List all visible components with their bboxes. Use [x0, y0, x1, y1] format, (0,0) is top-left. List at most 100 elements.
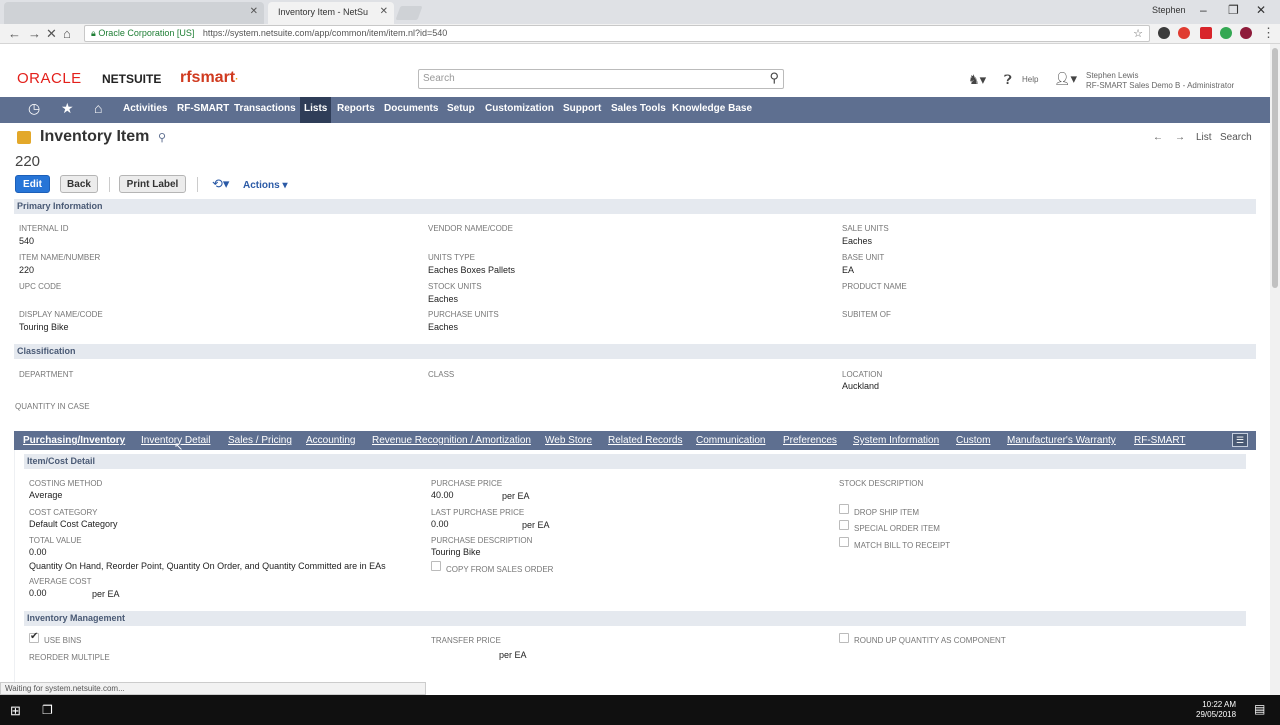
stock-description-label: STOCK DESCRIPTION	[839, 479, 924, 488]
scrollbar-thumb[interactable]	[1272, 48, 1278, 288]
close-window-icon[interactable]: ✕	[1256, 3, 1266, 17]
class-label: CLASS	[428, 370, 455, 379]
global-search-input[interactable]: Search ⚲	[418, 69, 784, 89]
forward-arrow-icon[interactable]: →	[28, 26, 41, 41]
menu-documents[interactable]: Documents	[384, 103, 438, 114]
refresh-menu-icon[interactable]: ⟲▾	[212, 176, 229, 192]
copy-from-sales-order-checkbox[interactable]	[431, 561, 441, 571]
quick-add-icon[interactable]: ♞▾	[968, 72, 986, 88]
new-tab-button[interactable]	[395, 6, 423, 20]
list-link[interactable]: List	[1196, 132, 1212, 143]
match-bill-checkbox[interactable]	[839, 537, 849, 547]
stock-units-value: Eaches	[428, 294, 459, 304]
collapse-icon[interactable]: ☰	[1232, 433, 1248, 447]
browser-tab-1[interactable]: ✕	[4, 2, 264, 24]
tab-manufacturers-warranty[interactable]: Manufacturer's Warranty	[1007, 435, 1116, 446]
units-type-label: UNITS TYPE	[428, 253, 475, 262]
recent-records-icon[interactable]: ◷	[28, 100, 40, 117]
tab-custom[interactable]: Custom	[956, 435, 990, 446]
tab-rf-smart[interactable]: RF-SMART	[1134, 435, 1185, 446]
minimize-icon[interactable]: –	[1200, 3, 1207, 17]
tab-sales-pricing[interactable]: Sales / Pricing	[228, 435, 292, 446]
bookmark-star-icon[interactable]: ☆	[1133, 27, 1143, 40]
drop-ship-checkbox[interactable]	[839, 504, 849, 514]
tab-related-records[interactable]: Related Records	[608, 435, 682, 446]
copy-from-sales-order-label: COPY FROM SALES ORDER	[446, 565, 554, 574]
app-header: ORACLE NETSUITE rfsmart· Search ⚲ ♞▾ ❓︎ …	[0, 44, 1270, 97]
menu-knowledge-base[interactable]: Knowledge Base	[672, 103, 752, 114]
extension-icon[interactable]	[1158, 27, 1170, 39]
oracle-logo[interactable]: ORACLE	[17, 70, 82, 87]
purchase-price-label: PURCHASE PRICE	[431, 479, 503, 488]
netsuite-logo[interactable]: NETSUITE	[102, 72, 161, 86]
purchase-price-unit: per EA	[502, 491, 530, 501]
close-icon[interactable]: ✕	[380, 6, 388, 17]
extension-icon[interactable]	[1220, 27, 1232, 39]
page-scrollbar[interactable]	[1270, 44, 1280, 695]
use-bins-label: USE BINS	[44, 636, 82, 645]
tab-accounting[interactable]: Accounting	[306, 435, 355, 446]
classification-header[interactable]: Classification	[14, 344, 1256, 359]
menu-customization[interactable]: Customization	[485, 103, 554, 114]
tab-system-information[interactable]: System Information	[853, 435, 939, 446]
actions-menu[interactable]: Actions ▾	[243, 180, 287, 191]
item-cost-detail-header[interactable]: Item/Cost Detail	[24, 454, 1246, 469]
maximize-icon[interactable]: ❐	[1228, 3, 1239, 17]
location-value[interactable]: Auckland	[842, 381, 879, 391]
toolbar-divider	[109, 177, 110, 192]
menu-activities[interactable]: Activities	[123, 103, 167, 114]
home-icon[interactable]: ⌂	[94, 100, 102, 116]
next-record-icon[interactable]: →	[1175, 132, 1185, 143]
search-link[interactable]: Search	[1220, 132, 1252, 143]
search-icon[interactable]: ⚲	[769, 70, 779, 86]
inventory-management-header[interactable]: Inventory Management	[24, 611, 1246, 626]
menu-lists[interactable]: Lists	[300, 97, 332, 123]
menu-transactions[interactable]: Transactions	[234, 103, 296, 114]
user-avatar-icon[interactable]: 👤︎▾	[1054, 71, 1077, 87]
close-icon[interactable]: ✕	[250, 6, 258, 17]
tab-web-store[interactable]: Web Store	[545, 435, 592, 446]
taskbar-clock[interactable]: 10:22 AM 29/05/2018	[1196, 700, 1236, 720]
search-placeholder: Search	[423, 73, 455, 84]
menu-sales-tools[interactable]: Sales Tools	[611, 103, 666, 114]
extension-icon[interactable]	[1240, 27, 1252, 39]
help-icon[interactable]: ❓︎	[1004, 72, 1012, 88]
search-icon[interactable]: ⚲	[158, 131, 166, 144]
address-bar[interactable]: 🔒︎ Oracle Corporation [US] https://syste…	[84, 25, 1150, 42]
menu-rf-smart[interactable]: RF-SMART	[177, 103, 229, 114]
task-view-icon[interactable]: ❐	[42, 703, 53, 717]
favorites-star-icon[interactable]: ★	[61, 100, 74, 117]
edit-button[interactable]: Edit	[15, 175, 50, 193]
units-type-value[interactable]: Eaches Boxes Pallets	[428, 265, 515, 275]
profile-name[interactable]: Stephen	[1152, 5, 1186, 15]
extension-icon[interactable]	[1178, 27, 1190, 39]
average-cost-value: 0.00	[29, 588, 47, 598]
browser-menu-icon[interactable]: ⋮	[1262, 25, 1275, 41]
back-button[interactable]: Back	[60, 175, 98, 193]
menu-reports[interactable]: Reports	[337, 103, 375, 114]
tab-communication[interactable]: Communication	[696, 435, 765, 446]
use-bins-checkbox[interactable]	[29, 631, 39, 643]
windows-start-icon[interactable]: ⊞	[10, 703, 21, 719]
previous-record-icon[interactable]: ←	[1153, 132, 1163, 143]
home-icon[interactable]: ⌂	[63, 26, 71, 41]
tab-purchasing-inventory[interactable]: Purchasing/Inventory	[23, 435, 125, 446]
stop-icon[interactable]: ✕	[46, 26, 57, 42]
rfsmart-logo: rfsmart·	[180, 69, 239, 86]
main-menu: ◷ ★ ⌂ Activities RF-SMART Transactions L…	[0, 97, 1270, 123]
notifications-icon[interactable]: ▤	[1254, 702, 1265, 716]
tab-preferences[interactable]: Preferences	[783, 435, 837, 446]
primary-info-header[interactable]: Primary Information	[14, 199, 1256, 214]
special-order-checkbox[interactable]	[839, 520, 849, 530]
user-info[interactable]: Stephen Lewis RF-SMART Sales Demo B - Ad…	[1086, 71, 1234, 91]
print-label-button[interactable]: Print Label	[119, 175, 186, 193]
round-up-checkbox[interactable]	[839, 633, 849, 643]
tab-revenue-recognition[interactable]: Revenue Recognition / Amortization	[372, 435, 531, 446]
menu-setup[interactable]: Setup	[447, 103, 475, 114]
browser-tab-2[interactable]: Inventory Item - NetSuite ✕	[268, 2, 394, 24]
help-link[interactable]: Help	[1022, 75, 1038, 84]
back-arrow-icon[interactable]: ←	[8, 26, 21, 41]
extension-icon[interactable]	[1200, 27, 1212, 39]
total-value-value: 0.00	[29, 547, 47, 557]
menu-support[interactable]: Support	[563, 103, 601, 114]
